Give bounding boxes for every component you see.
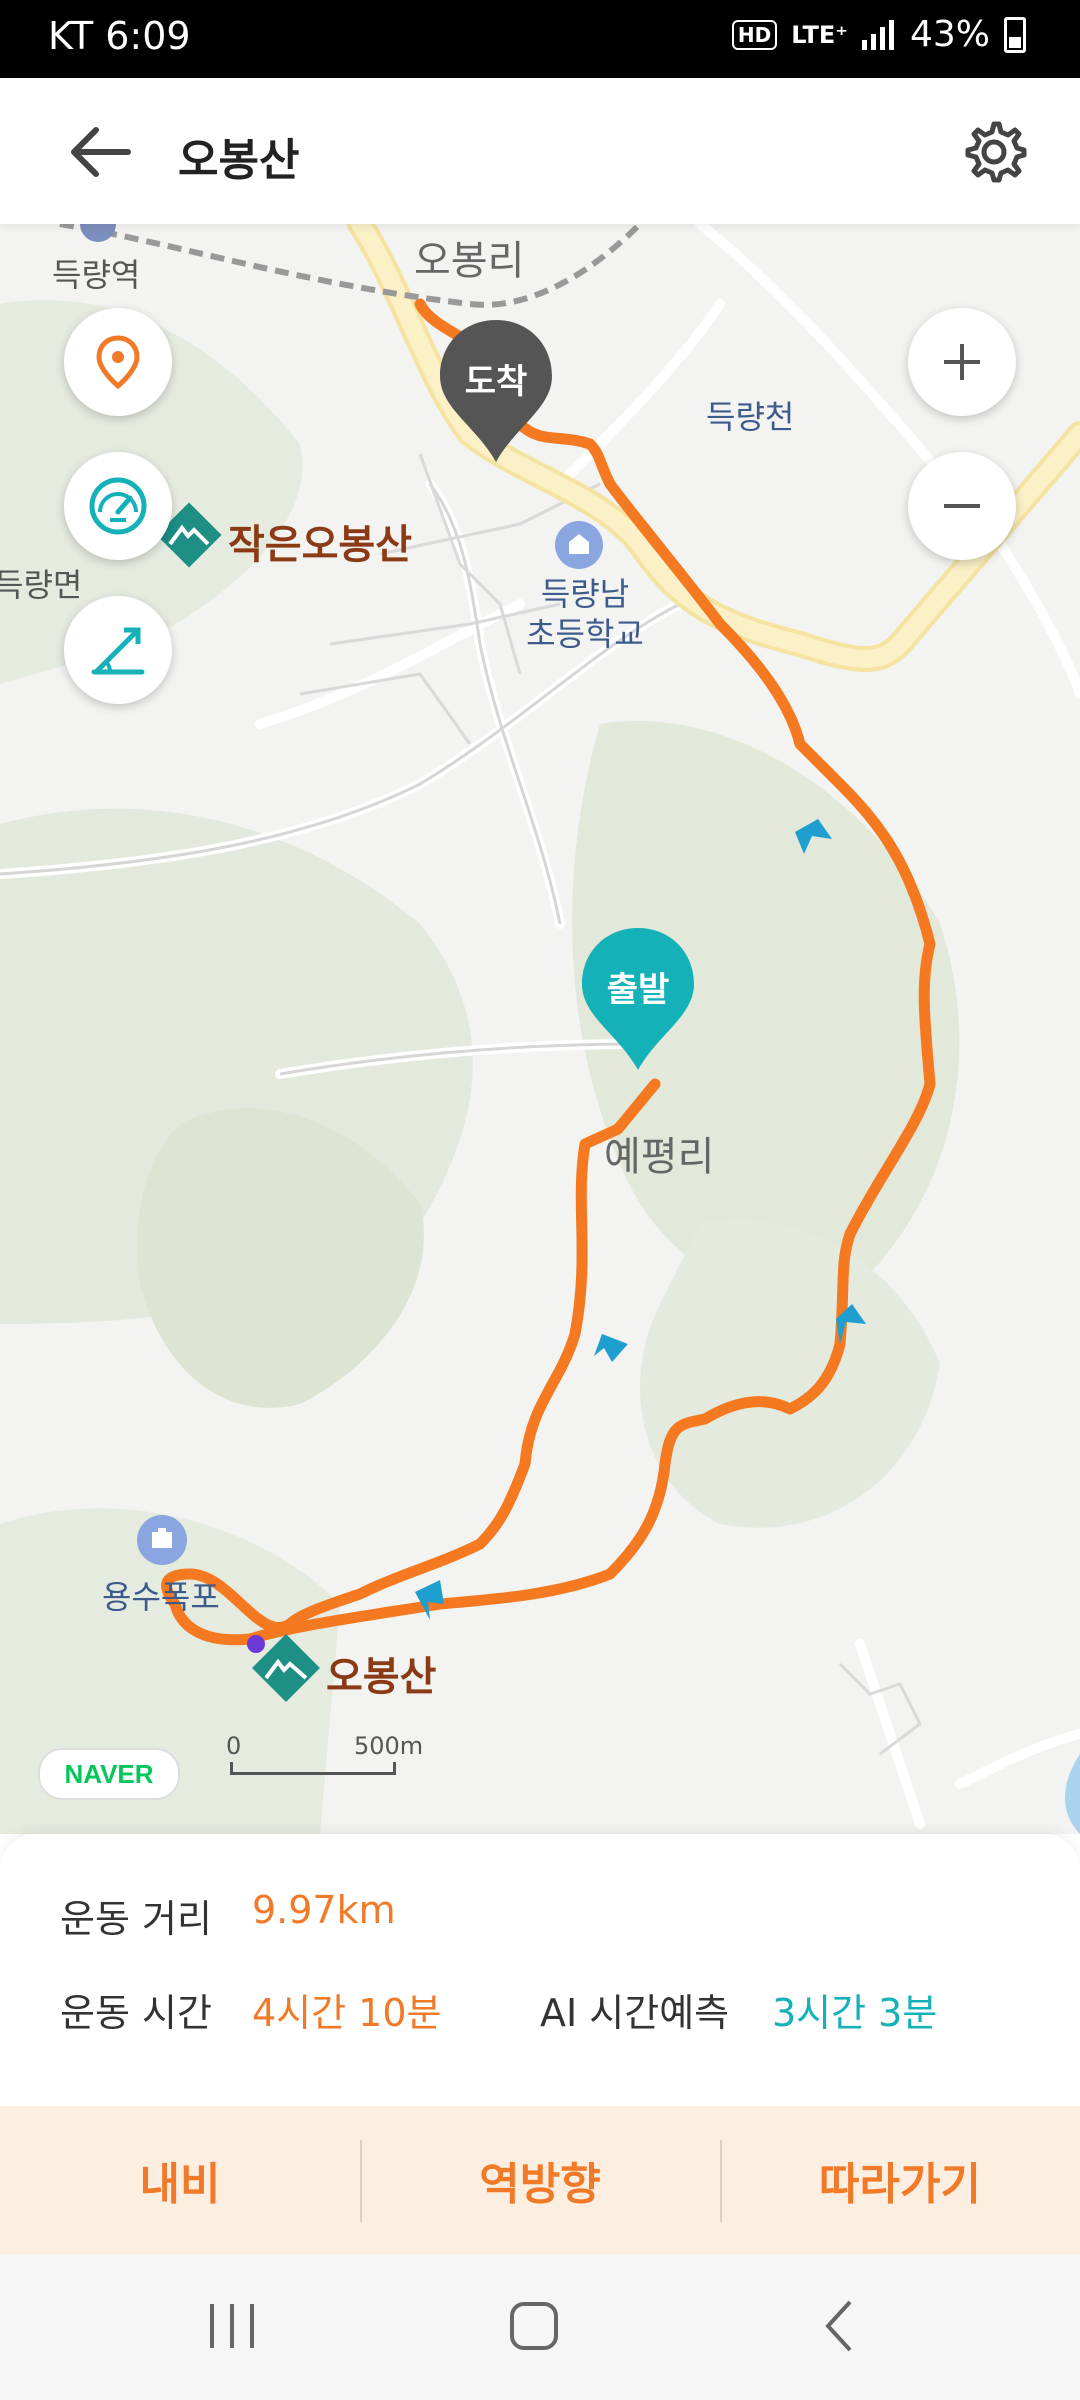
mountain-icon[interactable] — [250, 1632, 322, 1704]
page-title: 오봉산 — [178, 135, 300, 186]
speed-button[interactable] — [64, 452, 172, 560]
navi-button[interactable]: 내비 — [0, 2106, 360, 2254]
hd-voice-icon: HD — [731, 19, 778, 50]
location-button[interactable] — [64, 308, 172, 416]
end-pin[interactable]: 도착 — [436, 316, 556, 466]
location-pin-icon — [96, 335, 140, 390]
start-pin-label: 출발 — [606, 970, 670, 1010]
app-header: 오봉산 — [0, 78, 1080, 224]
station-icon — [80, 224, 116, 242]
distance-label: 운동 거리 — [60, 1897, 212, 1941]
end-pin-label: 도착 — [464, 362, 528, 402]
scale-line — [230, 1762, 396, 1775]
slope-button[interactable] — [64, 596, 172, 704]
scale-bar: 0 500m — [226, 1732, 423, 1776]
battery-percent: 43% — [909, 14, 990, 55]
scale-distance: 500m — [354, 1732, 424, 1760]
label-waterfall: 용수폭포 — [102, 1578, 220, 1616]
carrier-time: KT 6:09 — [48, 14, 191, 58]
recent-apps-icon[interactable] — [182, 2286, 282, 2366]
reverse-button[interactable]: 역방향 — [360, 2106, 720, 2254]
gear-icon[interactable] — [960, 118, 1028, 186]
plus-icon — [944, 344, 980, 380]
label-stream: 득량천 — [706, 398, 795, 436]
status-bar: KT 6:09 HD LTE⁺ 43% — [0, 0, 1080, 78]
label-yepyeongri: 예평리 — [604, 1134, 715, 1180]
stats-panel: 운동 거리 9.97km 운동 시간 4시간 10분 AI 시간예측 3시간 3… — [0, 1834, 1080, 2106]
ai-estimate-label: AI 시간예측 — [540, 1991, 730, 2035]
lte-icon: LTE⁺ — [791, 20, 848, 49]
waterfall-icon[interactable] — [136, 1514, 188, 1566]
label-small-mountain: 작은오봉산 — [228, 522, 412, 568]
battery-icon — [1004, 16, 1026, 53]
distance-value: 9.97km — [252, 1888, 396, 1932]
naver-logo: NAVER — [38, 1748, 180, 1800]
slope-icon — [91, 627, 145, 675]
zoom-out-button[interactable] — [908, 452, 1016, 560]
time-value: 4시간 10분 — [252, 1991, 442, 2035]
home-icon[interactable] — [484, 2286, 584, 2366]
speedometer-icon — [89, 477, 147, 535]
scale-zero: 0 — [226, 1732, 242, 1760]
start-pin[interactable]: 출발 — [578, 924, 698, 1074]
ai-estimate-value: 3시간 3분 — [772, 1991, 938, 2035]
follow-button[interactable]: 따라가기 — [720, 2106, 1080, 2254]
arrow-left-icon[interactable] — [64, 122, 136, 182]
minus-icon — [944, 504, 980, 508]
signal-icon — [861, 19, 894, 50]
label-obongri: 오봉리 — [414, 238, 525, 284]
school-icon[interactable] — [554, 520, 604, 570]
back-nav-icon[interactable] — [790, 2286, 890, 2366]
system-nav-bar — [0, 2254, 1080, 2400]
zoom-in-button[interactable] — [908, 308, 1016, 416]
label-station: 득량역 — [52, 256, 141, 294]
label-school: 득량남 초등학교 — [526, 575, 644, 653]
action-bar: 내비 역방향 따라가기 — [0, 2106, 1080, 2254]
map-view[interactable]: 득량역 오봉리 득량천 작은오봉산 득량면 득량남 초등학교 예평리 용수폭포 … — [0, 224, 1080, 1834]
label-township: 득량면 — [0, 566, 83, 604]
time-label: 운동 시간 — [60, 1991, 212, 2035]
label-mountain: 오봉산 — [326, 1654, 437, 1700]
